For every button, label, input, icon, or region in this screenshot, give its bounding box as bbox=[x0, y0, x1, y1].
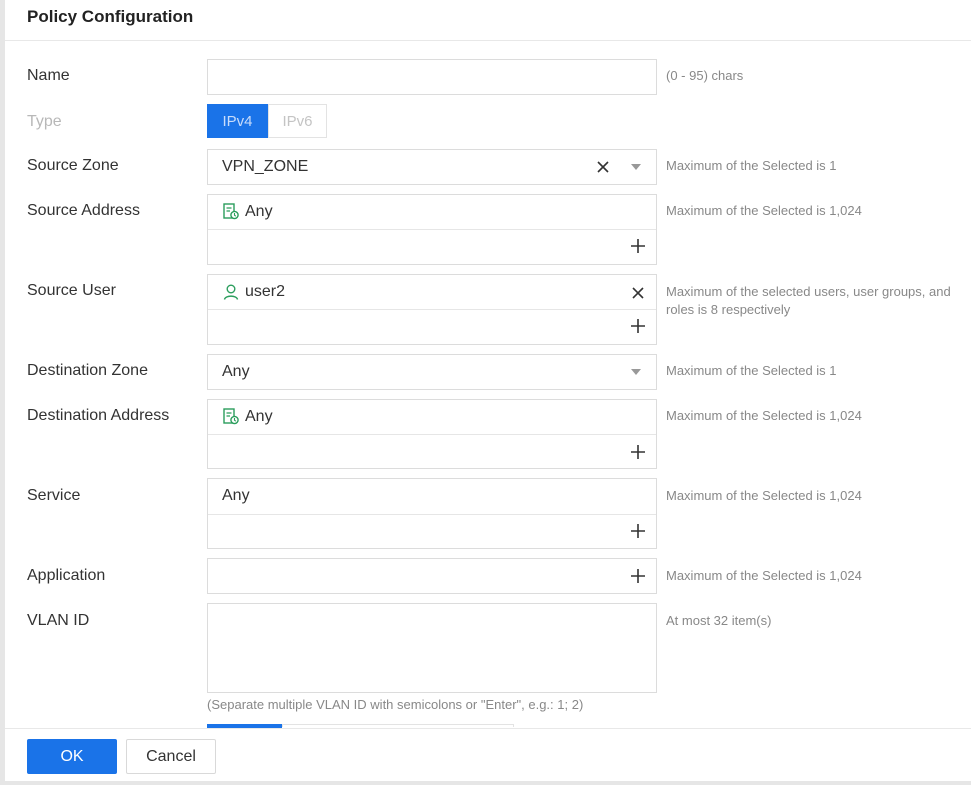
address-book-icon bbox=[223, 408, 239, 425]
source-zone-hint: Maximum of the Selected is 1 bbox=[666, 158, 837, 173]
dialog-title: Policy Configuration bbox=[27, 7, 194, 26]
caret-down-icon[interactable] bbox=[631, 164, 641, 170]
plus-icon[interactable] bbox=[629, 522, 647, 540]
source-user-selector[interactable]: user2 bbox=[207, 274, 657, 345]
plus-icon[interactable] bbox=[629, 317, 647, 335]
dialog-header: Policy Configuration bbox=[5, 0, 971, 41]
vlan-id-hint: At most 32 item(s) bbox=[666, 613, 772, 628]
close-icon[interactable] bbox=[594, 158, 612, 176]
type-option-ipv6[interactable]: IPv6 bbox=[268, 104, 327, 138]
source-address-selector[interactable]: Any bbox=[207, 194, 657, 265]
left-edge bbox=[0, 0, 5, 785]
service-label: Service bbox=[27, 487, 81, 504]
destination-address-tag: Any bbox=[222, 407, 273, 427]
source-user-item: user2 bbox=[245, 283, 286, 300]
source-address-tag: Any bbox=[222, 202, 273, 222]
ok-button[interactable]: OK bbox=[27, 739, 117, 774]
source-user-tag: user2 bbox=[222, 283, 285, 301]
close-icon[interactable] bbox=[629, 284, 647, 302]
source-address-label: Source Address bbox=[27, 202, 140, 219]
plus-icon[interactable] bbox=[629, 567, 647, 585]
name-hint: (0 - 95) chars bbox=[666, 68, 744, 83]
destination-address-selector[interactable]: Any bbox=[207, 399, 657, 469]
type-option-ipv4[interactable]: IPv4 bbox=[207, 104, 268, 138]
vlan-id-note: (Separate multiple VLAN ID with semicolo… bbox=[207, 697, 584, 712]
name-label: Name bbox=[27, 67, 70, 84]
destination-zone-select[interactable]: Any bbox=[207, 354, 657, 390]
service-selector[interactable]: Any bbox=[207, 478, 657, 549]
source-zone-label: Source Zone bbox=[27, 157, 119, 174]
source-address-hint: Maximum of the Selected is 1,024 bbox=[666, 203, 862, 218]
destination-zone-value: Any bbox=[222, 363, 250, 380]
application-label: Application bbox=[27, 567, 106, 584]
application-hint: Maximum of the Selected is 1,024 bbox=[666, 568, 862, 583]
destination-address-label: Destination Address bbox=[27, 407, 170, 424]
source-user-label: Source User bbox=[27, 282, 116, 299]
address-book-icon bbox=[223, 203, 239, 220]
partial-toggle-inactive bbox=[282, 724, 514, 727]
service-item: Any bbox=[222, 487, 250, 504]
user-icon bbox=[223, 284, 239, 300]
source-zone-select[interactable]: VPN_ZONE bbox=[207, 149, 657, 185]
vlan-id-textarea[interactable] bbox=[207, 603, 657, 693]
plus-icon[interactable] bbox=[629, 443, 647, 461]
source-address-item: Any bbox=[245, 203, 273, 220]
type-label: Type bbox=[27, 113, 62, 130]
vlan-id-label: VLAN ID bbox=[27, 612, 90, 629]
dialog-footer: OK Cancel bbox=[5, 728, 971, 782]
plus-icon[interactable] bbox=[629, 237, 647, 255]
name-input[interactable] bbox=[207, 59, 657, 95]
destination-zone-label: Destination Zone bbox=[27, 362, 148, 379]
application-selector[interactable] bbox=[207, 558, 657, 594]
source-zone-value: VPN_ZONE bbox=[222, 158, 309, 175]
destination-address-item: Any bbox=[245, 408, 273, 425]
caret-down-icon[interactable] bbox=[631, 369, 641, 375]
bottom-edge bbox=[0, 781, 971, 785]
service-hint: Maximum of the Selected is 1,024 bbox=[666, 488, 862, 503]
cancel-button[interactable]: Cancel bbox=[126, 739, 216, 774]
destination-address-hint: Maximum of the Selected is 1,024 bbox=[666, 408, 862, 423]
destination-zone-hint: Maximum of the Selected is 1 bbox=[666, 363, 837, 378]
source-user-hint: Maximum of the selected users, user grou… bbox=[666, 284, 951, 317]
